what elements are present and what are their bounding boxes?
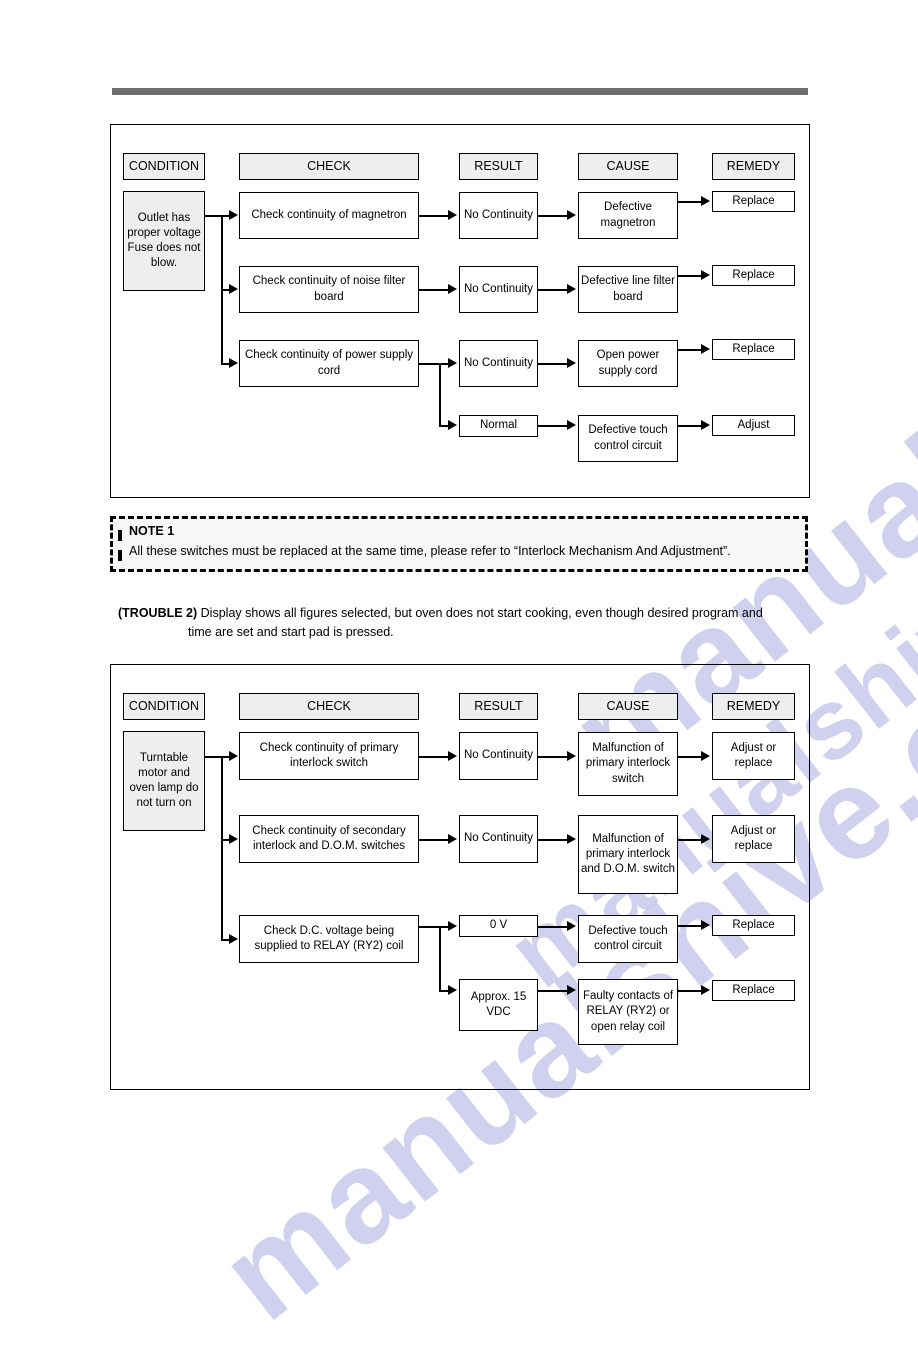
chart2-result1-to-cause1-arrow	[567, 751, 576, 761]
chart2-cause-box-2: Malfunction of primary interlock and D.O…	[578, 815, 678, 894]
chart1-cause-box-2: Defective line filter board	[578, 266, 678, 313]
chart1-check1-to-result1-line	[419, 215, 451, 217]
header-rule	[112, 88, 808, 95]
chart1-condition-box: Outlet has proper voltage Fuse does not …	[123, 191, 205, 291]
chart2-check-box-2: Check continuity of secondary interlock …	[239, 815, 419, 863]
chart2-header-cause: CAUSE	[578, 693, 678, 720]
chart2-header-condition: CONDITION	[123, 693, 205, 720]
chart2-result-box-4: Approx. 15 VDC	[459, 979, 538, 1031]
chart2-cause-box-1: Malfunction of primary interlock switch	[578, 732, 678, 796]
note-tick-icon	[118, 530, 122, 541]
chart1-result-box-4: Normal	[459, 415, 538, 437]
chart1-check-box-1: Check continuity of magnetron	[239, 192, 419, 239]
chart2-check-box-1: Check continuity of primary interlock sw…	[239, 732, 419, 780]
chart2-result4-to-cause4-line	[538, 990, 570, 992]
chart1-branch-1-arrow	[229, 210, 238, 220]
chart1-result-box-2: No Continuity	[459, 266, 538, 313]
chart1-cause1-to-remedy1-arrow	[701, 196, 710, 206]
chart2-check3-to-result3-arrow	[448, 921, 457, 931]
chart2-result3-to-cause3-arrow	[567, 921, 576, 931]
chart2-header-check: CHECK	[239, 693, 419, 720]
chart2-check1-to-result1-line	[419, 756, 451, 758]
chart1-cause4-to-remedy4-arrow	[701, 420, 710, 430]
chart1-check3-to-result4-arrow	[448, 420, 457, 430]
chart1-remedy-box-3: Replace	[712, 339, 795, 360]
chart2-result4-to-cause4-arrow	[567, 985, 576, 995]
chart1-cause2-to-remedy2-arrow	[701, 270, 710, 280]
chart2-check3-split-vertical	[439, 926, 441, 991]
chart1-branch-2-arrow	[229, 284, 238, 294]
chart2-header-result: RESULT	[459, 693, 538, 720]
chart2-result2-to-cause2-arrow	[567, 834, 576, 844]
chart1-result3-to-cause3-arrow	[567, 358, 576, 368]
chart2-cause2-to-remedy2-arrow	[701, 834, 710, 844]
chart1-result2-to-cause2-arrow	[567, 284, 576, 294]
chart2-trunk-vertical	[221, 756, 223, 940]
chart1-check2-to-result2-line	[419, 289, 451, 291]
chart1-header-check: CHECK	[239, 153, 419, 180]
chart2-result1-to-cause1-line	[538, 756, 570, 758]
chart1-result1-to-cause1-line	[538, 215, 570, 217]
chart1-result-box-3: No Continuity	[459, 340, 538, 387]
chart1-remedy-box-4: Adjust	[712, 415, 795, 436]
chart2-result-box-2: No Continuity	[459, 815, 538, 863]
chart1-cause-box-4: Defective touch control circuit	[578, 415, 678, 462]
chart2-header-remedy: REMEDY	[712, 693, 795, 720]
chart2-remedy-box-4: Replace	[712, 980, 795, 1001]
trouble-2-label: (TROUBLE 2)	[118, 606, 198, 620]
chart2-result2-to-cause2-line	[538, 839, 570, 841]
chart1-check-box-2: Check continuity of noise filter board	[239, 266, 419, 313]
chart1-result2-to-cause2-line	[538, 289, 570, 291]
chart2-branch-2-arrow	[229, 834, 238, 844]
chart2-cause3-to-remedy3-arrow	[701, 920, 710, 930]
chart1-result-box-1: No Continuity	[459, 192, 538, 239]
chart2-result-box-1: No Continuity	[459, 732, 538, 780]
note-tick-icon	[118, 550, 122, 561]
chart1-check-box-3: Check continuity of power supply cord	[239, 340, 419, 387]
note-title: NOTE 1	[129, 524, 175, 538]
chart1-check3-split-vertical	[439, 363, 441, 426]
chart1-cause3-to-remedy3-arrow	[701, 344, 710, 354]
chart1-check3-to-result3-arrow	[448, 358, 457, 368]
note-box: NOTE 1 All these switches must be replac…	[110, 516, 808, 572]
chart1-check2-to-result2-arrow	[448, 284, 457, 294]
chart1-remedy-box-2: Replace	[712, 265, 795, 286]
chart2-remedy-box-2: Adjust or replace	[712, 815, 795, 863]
chart2-cause-box-3: Defective touch control circuit	[578, 915, 678, 963]
chart1-result4-to-cause4-arrow	[567, 420, 576, 430]
chart2-cause4-to-remedy4-arrow	[701, 985, 710, 995]
chart1-result1-to-cause1-arrow	[567, 210, 576, 220]
chart1-header-remedy: REMEDY	[712, 153, 795, 180]
chart1-remedy-box-1: Replace	[712, 191, 795, 212]
chart1-result3-to-cause3-line	[538, 363, 570, 365]
chart2-remedy-box-1: Adjust or replace	[712, 732, 795, 780]
chart1-header-condition: CONDITION	[123, 153, 205, 180]
note-body: All these switches must be replaced at t…	[129, 544, 731, 558]
chart2-check1-to-result1-arrow	[448, 751, 457, 761]
trouble-2-line1: Display shows all figures selected, but …	[200, 606, 763, 620]
chart2-check-box-3: Check D.C. voltage being supplied to REL…	[239, 915, 419, 963]
chart2-cause-box-4: Faulty contacts of RELAY (RY2) or open r…	[578, 979, 678, 1045]
chart2-result3-to-cause3-line	[538, 926, 570, 928]
chart1-header-cause: CAUSE	[578, 153, 678, 180]
chart2-check3-stub	[419, 926, 441, 928]
chart2-remedy-box-3: Replace	[712, 915, 795, 936]
chart2-condition-box: Turntable motor and oven lamp do not tur…	[123, 731, 205, 831]
chart1-result4-to-cause4-line	[538, 425, 570, 427]
chart2-branch-1-arrow	[229, 751, 238, 761]
chart2-check3-to-result4-arrow	[448, 985, 457, 995]
chart1-cause-box-1: Defective magnetron	[578, 192, 678, 239]
chart2-cause1-to-remedy1-arrow	[701, 751, 710, 761]
chart1-check1-to-result1-arrow	[448, 210, 457, 220]
trouble-2-caption: (TROUBLE 2) Display shows all figures se…	[118, 604, 808, 642]
chart2-check2-to-result2-line	[419, 839, 451, 841]
trouble-2-line2: time are set and start pad is pressed.	[188, 624, 394, 639]
chart2-result-box-3: 0 V	[459, 915, 538, 937]
chart1-cause-box-3: Open power supply cord	[578, 340, 678, 387]
chart2-check2-to-result2-arrow	[448, 834, 457, 844]
chart1-header-result: RESULT	[459, 153, 538, 180]
chart2-branch-3-arrow	[229, 934, 238, 944]
chart1-branch-3-arrow	[229, 358, 238, 368]
chart1-check3-stub	[419, 363, 441, 365]
